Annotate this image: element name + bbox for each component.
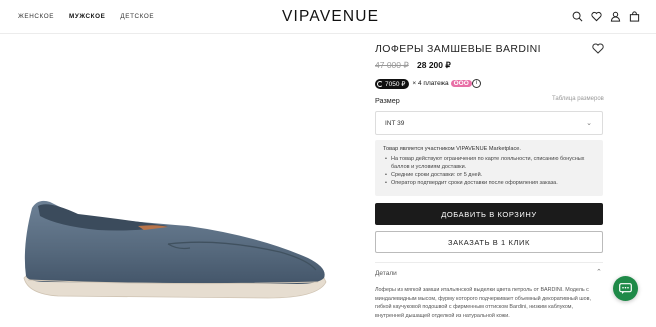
size-label: Размер	[375, 96, 400, 105]
one-click-order-button[interactable]: ЗАКАЗАТЬ В 1 КЛИК	[375, 231, 603, 253]
size-select[interactable]: INT 39 ⌄	[375, 111, 603, 135]
installment-count: × 4 платежа	[412, 80, 449, 87]
marketplace-notice: Товар является участником VIPAVENUE Mark…	[375, 140, 603, 196]
notice-item: Средние сроки доставки: от 5 дней.	[385, 171, 597, 179]
main-nav: ЖЕНСКОЕ МУЖСКОЕ ДЕТСКОЕ	[18, 13, 169, 20]
site-header: ЖЕНСКОЕ МУЖСКОЕ ДЕТСКОЕ VIPAVENUE	[0, 0, 656, 34]
notice-item: На товар действуют ограничения по карте …	[385, 155, 597, 171]
product-title: ЛОФЕРЫ ЗАМШЕВЫЕ BARDINI	[375, 43, 541, 55]
wishlist-heart-icon[interactable]	[592, 43, 604, 54]
notice-list: На товар действуют ограничения по карте …	[385, 155, 597, 187]
info-icon[interactable]: i	[472, 79, 481, 88]
size-table-link[interactable]: Таблица размеров	[552, 96, 604, 102]
installment-info[interactable]: 7050 ₽ × 4 платежа OOO	[375, 78, 472, 89]
search-icon[interactable]	[572, 11, 583, 22]
installment-amount: 7050 ₽	[385, 80, 406, 88]
installment-brand-badge: OOO	[450, 80, 472, 87]
installment-logo-icon	[377, 80, 383, 87]
nav-men[interactable]: МУЖСКОЕ	[69, 13, 105, 20]
nav-women[interactable]: ЖЕНСКОЕ	[18, 13, 54, 20]
add-to-cart-button[interactable]: ДОБАВИТЬ В КОРЗИНУ	[375, 203, 603, 225]
old-price: 47 000 ₽	[375, 60, 409, 70]
installment-badge: 7050 ₽	[375, 78, 410, 89]
logo[interactable]: VIPAVENUE	[282, 8, 379, 26]
chat-icon	[619, 282, 632, 294]
notice-item: Оператор подтвердит сроки доставки после…	[385, 179, 597, 187]
current-price: 28 200 ₽	[417, 60, 451, 70]
notice-heading: Товар является участником VIPAVENUE Mark…	[383, 146, 521, 152]
heart-icon[interactable]	[591, 11, 602, 22]
divider	[375, 262, 603, 263]
nav-kids[interactable]: ДЕТСКОЕ	[120, 13, 154, 20]
details-description: Лоферы из мягкой замши итальянской выдел…	[375, 287, 591, 319]
bag-icon[interactable]	[629, 11, 640, 22]
chevron-down-icon: ⌄	[586, 120, 592, 127]
user-icon[interactable]	[610, 11, 621, 22]
product-image[interactable]	[18, 186, 330, 306]
chevron-up-icon[interactable]: ⌃	[596, 268, 602, 276]
header-icons	[572, 11, 640, 22]
size-selected-value: INT 39	[385, 120, 405, 127]
details-toggle[interactable]: Детали	[375, 270, 397, 277]
chat-button[interactable]	[613, 276, 638, 301]
